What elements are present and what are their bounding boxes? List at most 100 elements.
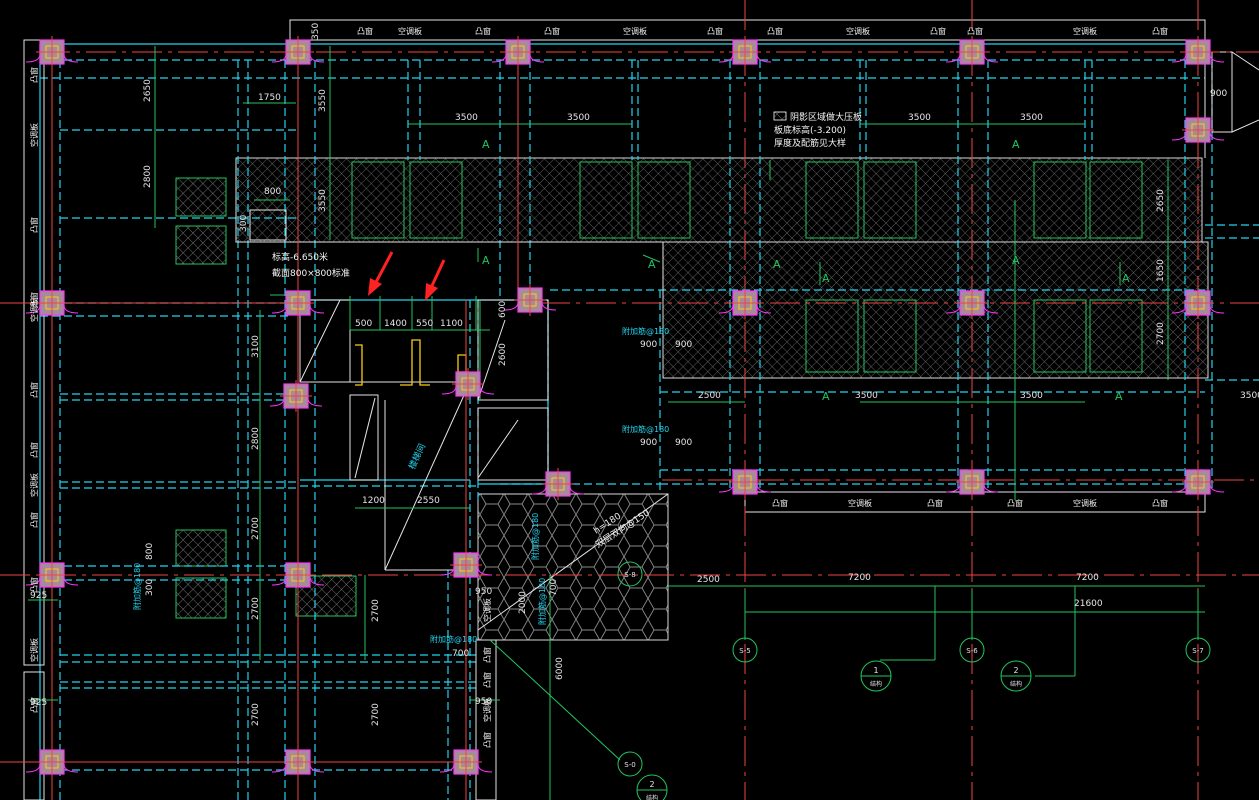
dim-900-b: 900 — [675, 340, 692, 350]
top-label-12: 凸窗 — [1152, 26, 1168, 36]
dim-bottom-21600: 21600 — [1074, 599, 1103, 609]
left-label-3: 凸窗 — [29, 217, 39, 233]
dim-3500-5: 3500 — [855, 391, 878, 401]
dim-2550: 2550 — [417, 496, 440, 506]
dim-3500-3: 3500 — [908, 113, 931, 123]
dim-bottom-7200-b: 7200 — [1076, 573, 1099, 583]
dim-700-b: 700 — [452, 649, 469, 659]
tag-A-1: A — [482, 138, 490, 151]
svg-text:结构: 结构 — [870, 680, 882, 688]
section-note: 截面800×800标准 — [272, 267, 350, 279]
detail-bubble-2[interactable]: 2 结构 — [1000, 660, 1032, 692]
dim-3500-6: 3500 — [1020, 391, 1043, 401]
dim-3100: 3100 — [251, 335, 261, 358]
dim-bottom-2500: 2500 — [697, 575, 720, 585]
rebar-note-5: 附加筋@180 — [537, 578, 547, 625]
middle-label-2: 凸窗 — [482, 647, 492, 663]
rebar-note-1: 附加筋@180 — [622, 326, 669, 336]
dim-2650: 2650 — [143, 79, 153, 102]
tag-A-6: A — [1012, 254, 1020, 267]
hatched-slab-band-top — [235, 157, 1203, 243]
dim-300-v: 300 — [145, 579, 155, 596]
svg-text:S-0: S-0 — [624, 761, 635, 769]
rebar-note-2: 附加筋@180 — [622, 424, 669, 434]
top-label-9: 凸窗 — [930, 26, 946, 36]
dim-1400: 1400 — [384, 319, 407, 329]
left-label-5: 空调板 — [29, 298, 39, 322]
dim-700-a: 700 — [549, 579, 559, 596]
dim-300: 300 — [239, 215, 249, 232]
top-label-4: 凸窗 — [544, 26, 560, 36]
dim-2800-a: 2800 — [143, 165, 153, 188]
middle-label-5: 凸窗 — [482, 732, 492, 748]
top-label-8: 空调板 — [846, 26, 870, 36]
dim-950-b: 950 — [475, 697, 492, 707]
top-label-6: 凸窗 — [707, 26, 723, 36]
dim-550: 550 — [416, 319, 433, 329]
dim-350-top: 350 — [311, 23, 321, 40]
tag-A-10: A — [1115, 390, 1123, 403]
dim-2700-c: 2700 — [371, 599, 381, 622]
svg-text:2: 2 — [649, 780, 654, 789]
dim-3500-7: 3500 — [1240, 391, 1259, 401]
svg-text:S-5: S-5 — [739, 647, 750, 655]
bottom-label-6: 凸窗 — [1152, 498, 1168, 508]
svg-text:结构: 结构 — [1010, 680, 1022, 688]
dim-800-v: 800 — [145, 543, 155, 560]
top-label-2: 空调板 — [398, 26, 422, 36]
dim-3500-2: 3500 — [567, 113, 590, 123]
bottom-label-5: 空调板 — [1073, 498, 1097, 508]
top-label-1: 凸窗 — [357, 26, 373, 36]
legend-text-1: 阴影区域做大压板 — [790, 111, 862, 123]
top-label-5: 空调板 — [623, 26, 647, 36]
dim-2650-right: 2650 — [1156, 189, 1166, 212]
cad-drawing-canvas[interactable]: 凸窗 空调板 凸窗 凸窗 空调板 凸窗 凸窗 空调板 凸窗 凸窗 空调板 凸窗 凸窗 空调板 凸窗 凸窗 空调… — [0, 0, 1259, 800]
dim-800: 800 — [264, 187, 281, 197]
top-label-3: 凸窗 — [475, 26, 491, 36]
elevation-note: 标高-6.650米 — [272, 251, 328, 263]
bottom-label-2: 空调板 — [848, 498, 872, 508]
tag-A-7: A — [822, 272, 830, 285]
svg-text:S-8: S-8 — [624, 571, 635, 579]
top-label-7: 凸窗 — [767, 26, 783, 36]
dim-3500-1: 3500 — [455, 113, 478, 123]
rebar-note-6: 附加筋@180 — [530, 513, 540, 560]
tag-A-2: A — [1012, 138, 1020, 151]
tag-A-9: A — [822, 390, 830, 403]
bottom-label-3: 凸窗 — [927, 498, 943, 508]
dim-2700-b: 2700 — [251, 597, 261, 620]
left-label-6: 凸窗 — [29, 382, 39, 398]
tag-A-5: A — [773, 258, 781, 271]
left-label-2: 空调板 — [29, 123, 39, 147]
top-label-11: 空调板 — [1073, 26, 1097, 36]
legend-text-2: 板底标高(-3.200) — [774, 124, 846, 136]
tag-A-4: A — [648, 258, 656, 271]
middle-label-3: 凸窗 — [482, 672, 492, 688]
dim-2000: 2000 — [518, 591, 528, 614]
dim-2700-right: 2700 — [1156, 322, 1166, 345]
dim-900-d: 900 — [675, 438, 692, 448]
dim-925-b: 925 — [30, 698, 47, 708]
dim-3550-b: 3550 — [318, 189, 328, 212]
dim-bottom-7200-a: 7200 — [848, 573, 871, 583]
tag-A-8: A — [1122, 272, 1130, 285]
left-label-1: 凸窗 — [29, 67, 39, 83]
bottom-label-1: 凸窗 — [772, 498, 788, 508]
dim-2600: 2600 — [498, 343, 508, 366]
svg-text:结构: 结构 — [646, 794, 658, 800]
dim-1100: 1100 — [440, 319, 463, 329]
bottom-label-4: 凸窗 — [1007, 498, 1023, 508]
dim-600: 600 — [498, 301, 508, 318]
detail-bubble-1[interactable]: 1 结构 — [860, 660, 892, 692]
dim-950-a: 950 — [475, 587, 492, 597]
dim-900-c: 900 — [640, 438, 657, 448]
dim-500: 500 — [355, 319, 372, 329]
dim-1750: 1750 — [258, 93, 281, 103]
dim-3550-a: 3550 — [318, 89, 328, 112]
dim-2700-e: 2700 — [371, 703, 381, 726]
left-label-8: 空调板 — [29, 473, 39, 497]
dim-2700-a: 2700 — [251, 517, 261, 540]
rebar-note-4: 附加筋@180 — [430, 634, 477, 644]
left-label-11: 空调板 — [29, 638, 39, 662]
dim-1650: 1650 — [1156, 259, 1166, 282]
